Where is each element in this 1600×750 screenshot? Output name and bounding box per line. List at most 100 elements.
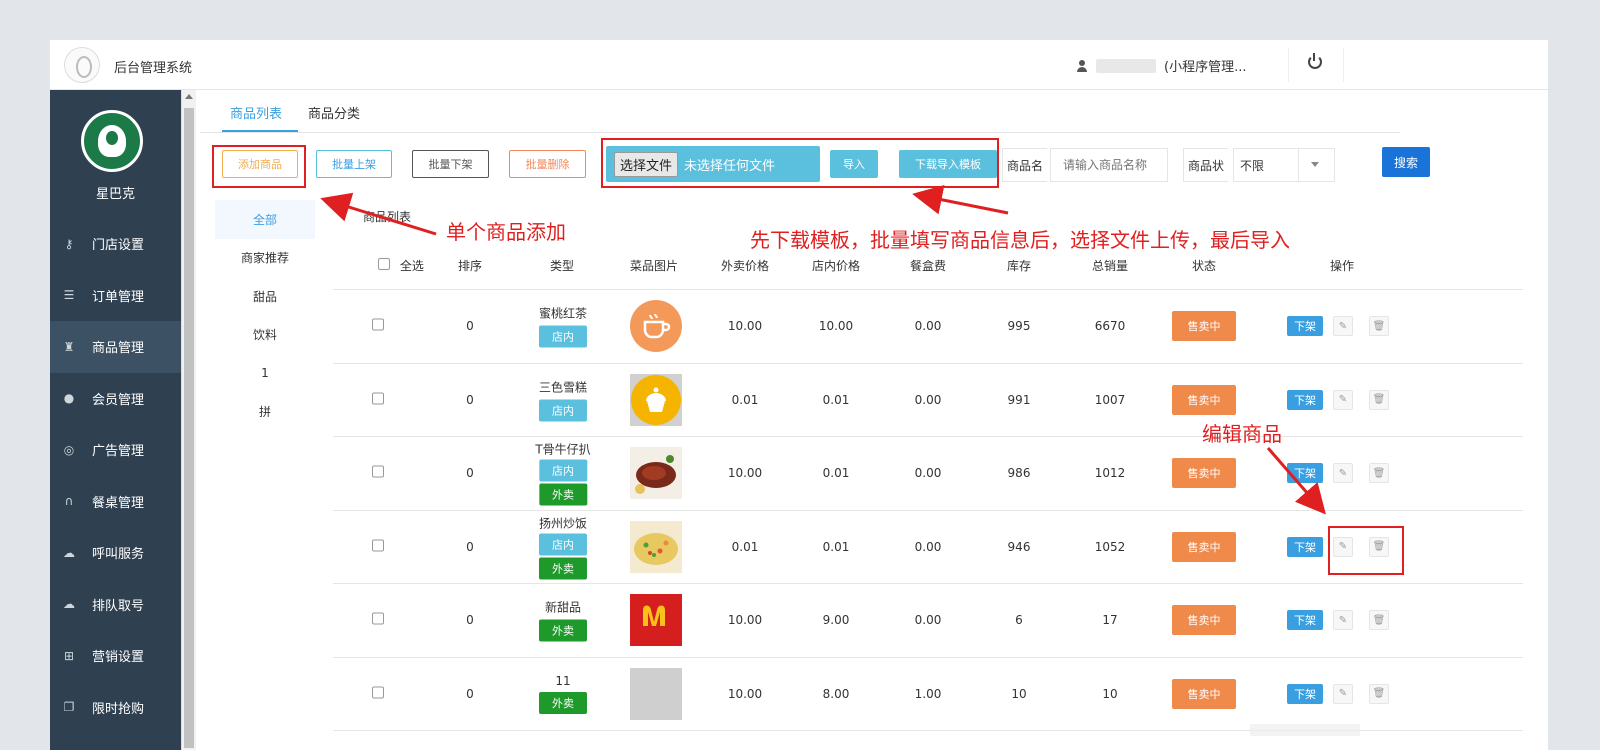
status-badge[interactable]: 售卖中 [1172,458,1236,489]
trash-icon[interactable]: 🗑 [1369,463,1389,484]
sidebar-item-members[interactable]: ● 会员管理 [50,373,181,425]
annotation-import-text: 先下载模板，批量填写商品信息后，选择文件上传，最后导入 [750,228,1290,252]
status-select[interactable]: 不限 [1233,148,1335,182]
copy-icon: ❐ [63,700,75,715]
category-item[interactable]: 商家推荐 [215,239,315,278]
status-select-value: 不限 [1240,158,1265,173]
dine-in-tag: 店内 [538,399,587,422]
sidebar-item-products[interactable]: ♜ 商品管理 [50,321,181,373]
product-name-label: 商品名 [1002,148,1048,182]
pencil-icon[interactable]: ✎ [1333,389,1353,410]
column-header: 排序 [457,259,483,273]
sidebar-item-store-settings[interactable]: ⚷ 门店设置 [50,218,181,270]
trash-icon[interactable]: 🗑 [1369,683,1389,704]
tab-product-list[interactable]: 商品列表 [230,103,282,122]
sidebar-item-orders[interactable]: ☰ 订单管理 [50,270,181,322]
column-header: 店内价格 [811,259,861,273]
status-badge[interactable]: 售卖中 [1172,605,1236,636]
row-checkbox[interactable] [372,686,384,701]
stock: 986 [1007,466,1031,481]
trophy-icon: ♜ [63,339,75,354]
sidebar-item-label: 排队取号 [92,598,145,614]
product-name-input[interactable] [1050,148,1168,182]
dinein-price: 8.00 [822,686,850,701]
user-role-label: (小程序管理... [1164,60,1247,75]
sidebar-item-queue[interactable]: ☁ 排队取号 [50,579,181,631]
power-icon[interactable] [1308,53,1322,69]
category-item[interactable]: 拼 [215,393,315,432]
box-fee: 0.00 [914,319,942,334]
dine-in-tag: 店内 [539,459,587,482]
sidebar-item-label: 呼叫服务 [92,547,145,563]
trash-icon[interactable]: 🗑 [1369,316,1389,337]
type-cell: 新甜品 外卖 [539,599,587,642]
sort-value: 0 [466,686,474,701]
row-checkbox[interactable] [372,465,384,481]
dinein-price: 10.00 [818,319,854,334]
sidebar-scrollbar[interactable] [181,90,196,750]
sidebar-item-ads[interactable]: ◎ 广告管理 [50,424,181,476]
row-checkbox[interactable] [372,612,384,628]
annotation-add-text: 单个商品添加 [446,220,566,244]
pencil-icon[interactable]: ✎ [1333,683,1353,704]
cupcake-icon [630,373,682,426]
stock: 6 [1015,613,1023,628]
scroll-up-arrow-icon[interactable] [185,94,193,99]
category-item[interactable]: 1 [215,354,315,393]
sales: 1012 [1094,466,1126,481]
sidebar-item-tables[interactable]: ∩ 餐桌管理 [50,476,181,528]
delist-button[interactable]: 下架 [1287,463,1323,484]
select-all[interactable]: 全选 [378,257,424,274]
delist-button[interactable]: 下架 [1287,316,1323,337]
product-table: 全选 排序 类型 菜品图片 外卖价格 店内价格 餐盒费 库存 总销量 状态 操作… [333,240,1523,731]
column-header: 菜品图片 [629,259,679,273]
delist-button[interactable]: 下架 [1287,610,1323,631]
select-all-checkbox[interactable] [378,258,390,270]
user-menu[interactable]: (小程序管理... [1076,56,1246,75]
batch-list-button[interactable]: 批量上架 [316,150,392,178]
delist-button[interactable]: 下架 [1287,389,1323,410]
gift-icon: ⊞ [63,648,75,663]
pencil-icon[interactable]: ✎ [1333,316,1353,337]
placeholder-image [630,667,682,720]
category-item[interactable]: 甜品 [215,277,315,316]
dine-in-tag: 店内 [538,533,587,556]
delist-button[interactable]: 下架 [1287,683,1323,704]
column-header: 库存 [1006,259,1032,273]
search-button[interactable]: 搜索 [1382,147,1430,177]
chevron-down-icon[interactable] [1311,162,1319,167]
trash-icon[interactable]: 🗑 [1369,610,1389,631]
pencil-icon[interactable]: ✎ [1333,610,1353,631]
takeout-tag: 外卖 [539,619,587,642]
table-row: 0 新甜品 外卖 10.00 9.00 0.00 6 17 售卖中 下架 ✎ 🗑 [333,584,1523,658]
stock: 991 [1007,392,1031,407]
status-badge[interactable]: 售卖中 [1172,311,1236,342]
sidebar-item-label: 门店设置 [92,238,145,254]
sidebar-item-label: 商品管理 [92,341,145,357]
sidebar-item-call-service[interactable]: ☁ 呼叫服务 [50,527,181,579]
product-name: 扬州炒饭 [538,516,588,531]
stock: 995 [1007,319,1031,334]
category-item[interactable]: 全部 [215,200,315,239]
row-checkbox[interactable] [372,392,384,407]
batch-delist-button[interactable]: 批量下架 [412,150,489,178]
sidebar-item-marketing[interactable]: ⊞ 营销设置 [50,630,181,682]
row-checkbox[interactable] [372,539,384,554]
pencil-icon[interactable]: ✎ [1333,463,1353,484]
sidebar-item-flash-sale[interactable]: ❐ 限时抢购 [50,682,181,734]
takeout-tag: 外卖 [539,483,587,506]
scrollbar-thumb[interactable] [184,108,194,748]
row-checkbox[interactable] [372,318,384,334]
user-icon: ● [63,391,75,406]
tab-product-category[interactable]: 商品分类 [308,103,360,122]
batch-delete-button[interactable]: 批量删除 [509,150,586,178]
status-badge[interactable]: 售卖中 [1172,384,1236,415]
sidebar-item-label: 限时抢购 [92,701,145,717]
trash-icon[interactable]: 🗑 [1369,389,1389,410]
category-item[interactable]: 饮料 [215,316,315,355]
cloud-icon: ☁ [63,597,75,612]
status-badge[interactable]: 售卖中 [1172,678,1236,709]
coffee-cup-icon [630,300,682,353]
delist-button[interactable]: 下架 [1287,536,1323,557]
status-badge[interactable]: 售卖中 [1172,531,1236,562]
